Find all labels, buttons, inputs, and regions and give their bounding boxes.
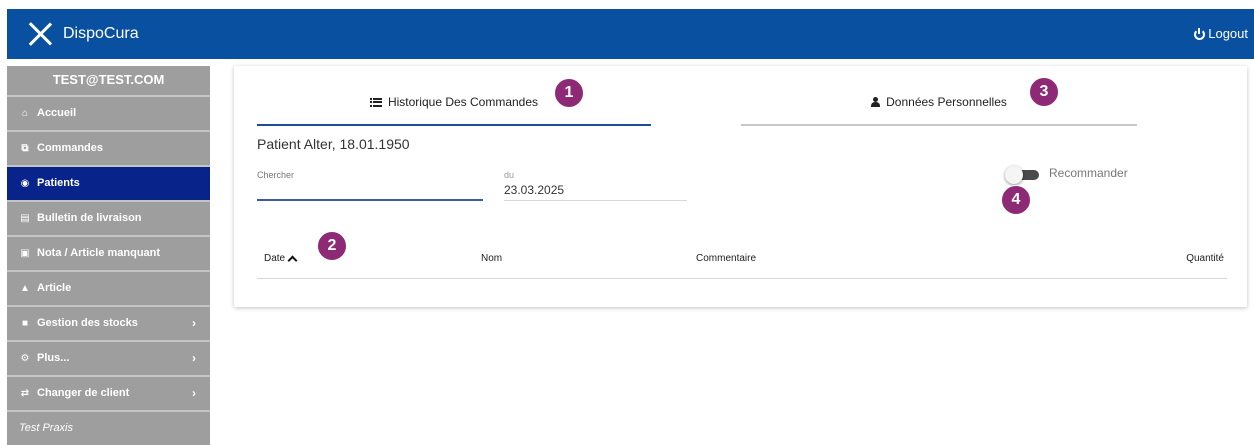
logout-button[interactable]: Logout: [1193, 26, 1248, 41]
home-icon: ⌂: [21, 108, 29, 119]
sort-ascending-icon: [287, 255, 298, 266]
sidebar-item-article[interactable]: ▲ Article: [7, 272, 210, 307]
sidebar-user: TEST@TEST.COM: [7, 66, 210, 97]
app-window: DispoCura Logout TEST@TEST.COM ⌂ Accueil…: [7, 9, 1254, 445]
sidebar-item-test-praxis[interactable]: Test Praxis: [7, 412, 210, 445]
sidebar-item-label: Changer de client: [37, 387, 130, 399]
person-icon: [871, 97, 881, 107]
sidebar-item-changer-client[interactable]: ⇄ Changer de client ›: [7, 377, 210, 412]
sidebar-item-label: Accueil: [37, 107, 77, 119]
cart-icon: ▲: [20, 283, 30, 294]
sidebar-item-plus[interactable]: ⚙ Plus... ›: [7, 342, 210, 377]
sidebar-item-label: Test Praxis: [19, 422, 74, 434]
sidebar-item-commandes[interactable]: ⧉ Commandes: [7, 132, 210, 167]
tab-donnees-personnelles[interactable]: Données Personnelles: [741, 80, 1137, 126]
tab-label: Données Personnelles: [886, 95, 1007, 109]
tab-label: Historique Des Commandes: [387, 95, 539, 109]
sidebar-item-stocks[interactable]: ■ Gestion des stocks ›: [7, 307, 210, 342]
sidebar-item-patients[interactable]: ◉ Patients: [7, 167, 210, 202]
sidebar-item-label: Patients: [37, 177, 80, 189]
toggle-label: Recommander: [1049, 166, 1128, 180]
annotation-badge-1: 1: [554, 78, 584, 108]
date-input[interactable]: 23.03.2025: [504, 183, 564, 197]
table-header-divider: [257, 278, 1227, 279]
file-icon: ▤: [20, 213, 30, 224]
shuffle-icon: ⇄: [20, 388, 30, 399]
app-title: DispoCura: [63, 25, 139, 42]
main-card: Historique Des Commandes Données Personn…: [234, 66, 1247, 307]
date-label: du: [504, 170, 515, 180]
sidebar-item-label: Bulletin de livraison: [37, 212, 142, 224]
column-header-label: Date: [264, 253, 286, 264]
column-header-label: Quantité: [1186, 253, 1224, 264]
logout-label: Logout: [1208, 26, 1248, 41]
patient-title: Patient Alter, 18.01.1950: [257, 136, 410, 152]
column-header-date[interactable]: Date: [264, 253, 298, 266]
annotation-badge-3: 3: [1029, 77, 1059, 107]
column-header-label: Nom: [481, 253, 503, 264]
column-header-nom[interactable]: Nom: [481, 253, 502, 264]
annotation-badge-4: 4: [1001, 185, 1031, 215]
date-underline: [504, 200, 687, 201]
sidebar-item-label: Commandes: [37, 142, 104, 154]
column-header-label: Commentaire: [696, 253, 757, 264]
sidebar-item-label: Article: [37, 282, 72, 294]
power-icon: [1193, 27, 1206, 40]
sidebar-item-label: Nota / Article manquant: [37, 247, 161, 259]
chevron-right-icon: ›: [192, 316, 196, 330]
sidebar-item-accueil[interactable]: ⌂ Accueil: [7, 97, 210, 132]
recommander-toggle[interactable]: [1005, 166, 1039, 184]
top-bar: DispoCura Logout: [7, 9, 1254, 59]
toggle-knob: [1005, 166, 1023, 184]
users-icon: ◉: [20, 178, 30, 189]
chevron-right-icon: ›: [192, 351, 196, 365]
search-input[interactable]: [257, 178, 483, 201]
box-icon: ▣: [20, 248, 30, 259]
gear-icon: ⚙: [20, 353, 30, 364]
column-header-quantite[interactable]: Quantité: [1186, 253, 1224, 264]
tab-historique[interactable]: Historique Des Commandes: [257, 80, 651, 126]
sidebar-item-nota[interactable]: ▣ Nota / Article manquant: [7, 237, 210, 272]
stock-icon: ■: [21, 318, 29, 329]
sidebar-item-bulletin[interactable]: ▤ Bulletin de livraison: [7, 202, 210, 237]
close-icon[interactable]: [27, 21, 53, 47]
sidebar-item-label: Gestion des stocks: [37, 317, 138, 329]
column-header-commentaire[interactable]: Commentaire: [696, 253, 756, 264]
annotation-badge-2: 2: [317, 231, 347, 261]
sidebar-item-label: Plus...: [37, 352, 70, 364]
list-icon: [369, 97, 382, 107]
sidebar: TEST@TEST.COM ⌂ Accueil ⧉ Commandes ◉ Pa…: [7, 66, 210, 445]
copy-icon: ⧉: [21, 143, 29, 154]
chevron-right-icon: ›: [192, 386, 196, 400]
